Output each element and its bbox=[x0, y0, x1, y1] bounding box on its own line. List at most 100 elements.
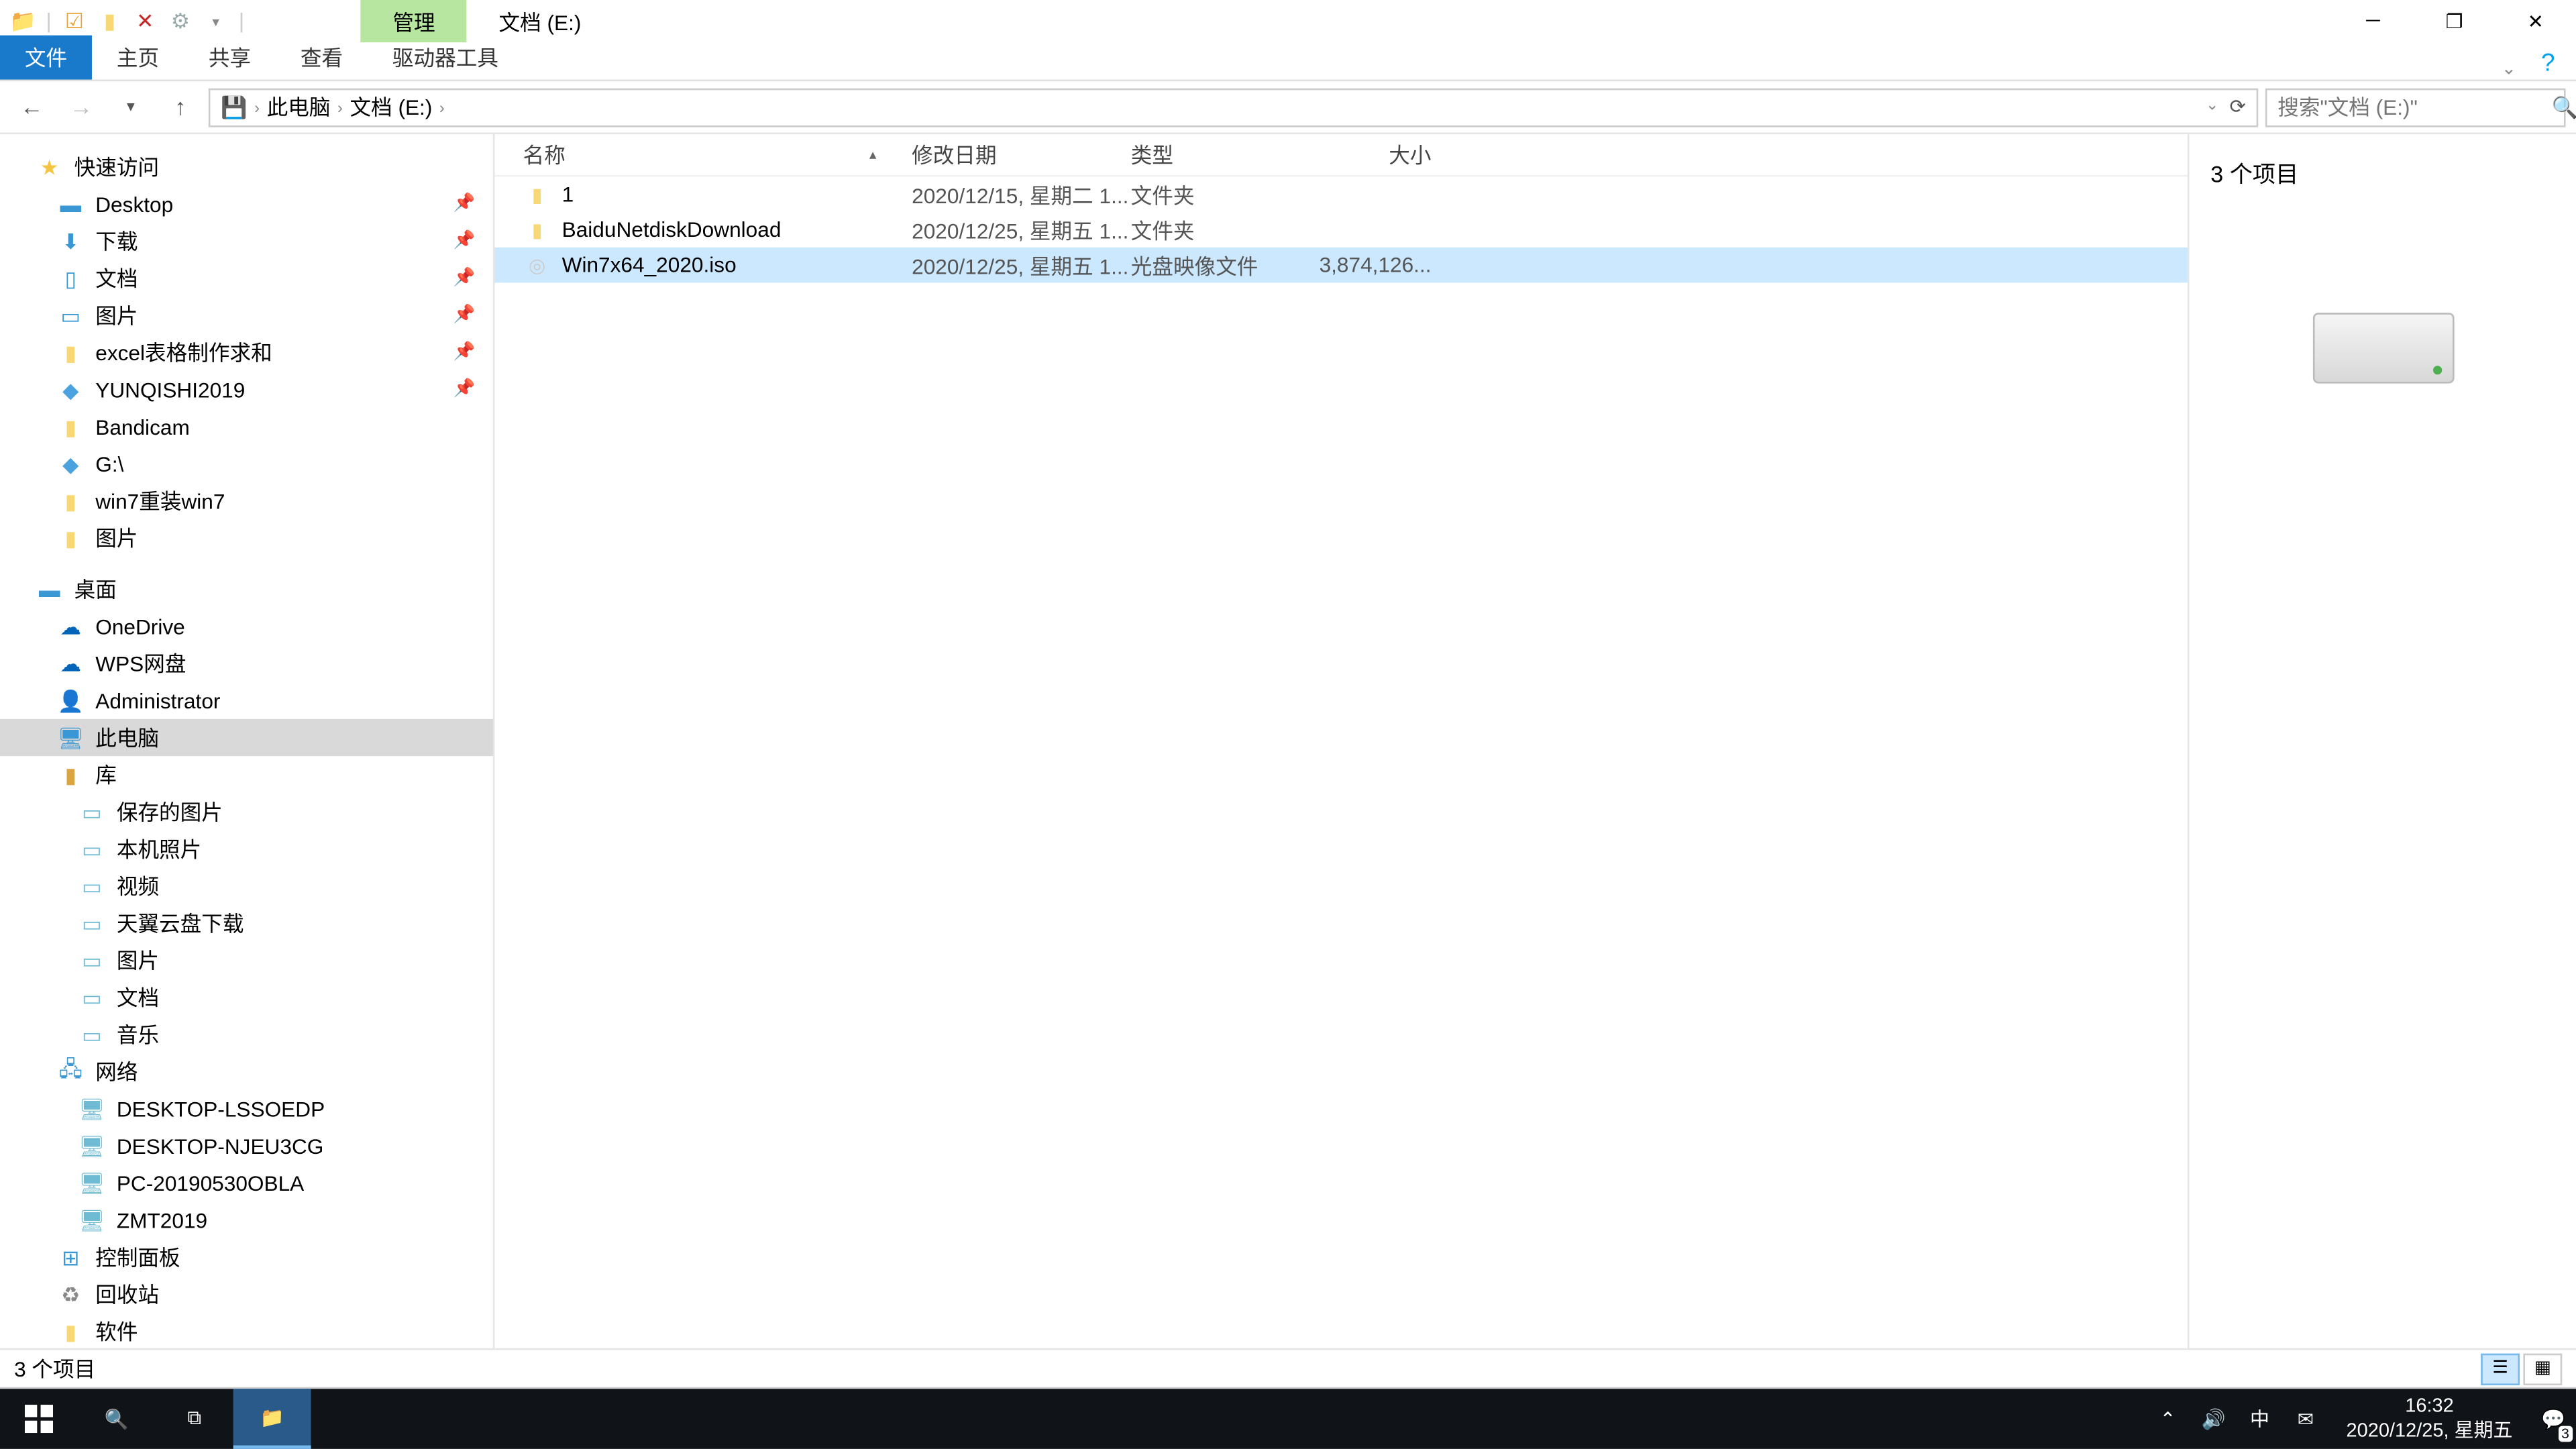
tree-desktop[interactable]: ▬Desktop📌 bbox=[0, 186, 493, 223]
crumb-drive[interactable]: 文档 (E:) bbox=[350, 92, 432, 122]
file-list: 名称▴ 修改日期 类型 大小 ▮ 1 2020/12/15, 星期二 1... … bbox=[495, 134, 2188, 1348]
search-button[interactable]: 🔍 bbox=[78, 1389, 156, 1449]
tree-downloads[interactable]: ⬇下载📌 bbox=[0, 223, 493, 260]
refresh-icon[interactable]: ⟳ bbox=[2230, 95, 2246, 118]
clock[interactable]: 16:32 2020/12/25, 星期五 bbox=[2328, 1393, 2530, 1444]
ribbon-collapse-icon[interactable]: ⌄ bbox=[2502, 60, 2516, 80]
col-date[interactable]: 修改日期 bbox=[912, 140, 1131, 170]
help-button[interactable]: ? bbox=[2530, 44, 2566, 80]
tree-net-d[interactable]: 🖥ZMT2019 bbox=[0, 1201, 493, 1238]
tray-overflow-icon[interactable]: ⌃ bbox=[2145, 1389, 2190, 1449]
tree-library[interactable]: ▮库 bbox=[0, 756, 493, 793]
pc-icon: 🖥 bbox=[78, 1132, 106, 1160]
mail-icon[interactable]: ✉ bbox=[2283, 1389, 2328, 1449]
document-icon: ▯ bbox=[56, 264, 85, 292]
app-icon: ◆ bbox=[56, 376, 85, 404]
delete-icon[interactable]: ✕ bbox=[133, 9, 158, 34]
file-row[interactable]: ▮ 1 2020/12/15, 星期二 1... 文件夹 bbox=[495, 176, 2188, 212]
tree-pics2[interactable]: ▮图片 bbox=[0, 519, 493, 556]
tree-music[interactable]: ▭音乐 bbox=[0, 1016, 493, 1053]
tree-quick-access[interactable]: ★快速访问 bbox=[0, 148, 493, 185]
history-dropdown-icon[interactable]: ⌄ bbox=[2206, 95, 2219, 118]
icons-view-button[interactable]: ▦ bbox=[2523, 1352, 2562, 1384]
tree-lib-pics[interactable]: ▭图片 bbox=[0, 942, 493, 979]
tree-docs[interactable]: ▯文档📌 bbox=[0, 260, 493, 297]
up-button[interactable]: ↑ bbox=[159, 86, 201, 128]
tree-admin[interactable]: 👤Administrator bbox=[0, 682, 493, 719]
tree-pics[interactable]: ▭图片📌 bbox=[0, 297, 493, 334]
file-type: 光盘映像文件 bbox=[1131, 250, 1307, 280]
crumb-thispc[interactable]: 此电脑 bbox=[267, 92, 331, 122]
tree-camera[interactable]: ▭本机照片 bbox=[0, 830, 493, 867]
notification-badge: 3 bbox=[2558, 1426, 2573, 1442]
explorer-taskbar-button[interactable]: 📁 bbox=[233, 1389, 311, 1449]
chevron-right-icon[interactable]: › bbox=[254, 98, 260, 115]
tree-lib-docs[interactable]: ▭文档 bbox=[0, 979, 493, 1016]
tree-bandicam[interactable]: ▮Bandicam bbox=[0, 408, 493, 445]
pc-icon: 🖥 bbox=[56, 724, 85, 752]
tree-video[interactable]: ▭视频 bbox=[0, 867, 493, 904]
col-type[interactable]: 类型 bbox=[1131, 140, 1307, 170]
folder-icon: ▮ bbox=[56, 338, 85, 366]
nav-tree[interactable]: ★快速访问 ▬Desktop📌 ⬇下载📌 ▯文档📌 ▭图片📌 ▮excel表格制… bbox=[0, 134, 495, 1348]
breadcrumb[interactable]: 💾 › 此电脑 › 文档 (E:) › ⌄ ⟳ bbox=[209, 87, 2258, 126]
tab-file[interactable]: 文件 bbox=[0, 36, 92, 80]
tree-cpanel[interactable]: ⊞控制面板 bbox=[0, 1238, 493, 1275]
forward-button[interactable]: → bbox=[60, 86, 103, 128]
tree-gdrive[interactable]: ◆G:\ bbox=[0, 445, 493, 482]
chevron-right-icon[interactable]: › bbox=[439, 98, 445, 115]
tree-saved-pics[interactable]: ▭保存的图片 bbox=[0, 794, 493, 830]
tree-tianyi[interactable]: ▭天翼云盘下载 bbox=[0, 905, 493, 942]
search-input[interactable] bbox=[2277, 95, 2551, 119]
task-view-button[interactable]: ⧉ bbox=[156, 1389, 233, 1449]
pin-icon: 📌 bbox=[453, 306, 476, 325]
library-icon: ▮ bbox=[56, 761, 85, 789]
tree-desktop-root[interactable]: ▬桌面 bbox=[0, 571, 493, 608]
col-name[interactable]: 名称▴ bbox=[523, 140, 912, 170]
tree-net-c[interactable]: 🖥PC-20190530OBLA bbox=[0, 1165, 493, 1201]
maximize-button[interactable]: ❐ bbox=[2414, 0, 2495, 42]
pin-icon: 📌 bbox=[453, 195, 476, 214]
recent-dropdown[interactable]: ▾ bbox=[109, 86, 152, 128]
file-name: Win7x64_2020.iso bbox=[562, 253, 912, 278]
details-view-button[interactable]: ☰ bbox=[2481, 1352, 2520, 1384]
tab-share[interactable]: 共享 bbox=[184, 36, 276, 80]
file-row[interactable]: ▮ BaiduNetdiskDownload 2020/12/25, 星期五 1… bbox=[495, 212, 2188, 248]
tree-net-a[interactable]: 🖥DESKTOP-LSSOEDP bbox=[0, 1090, 493, 1127]
col-size[interactable]: 大小 bbox=[1307, 140, 1431, 170]
item-count: 3 个项目 bbox=[2210, 156, 2298, 189]
close-button[interactable]: ✕ bbox=[2495, 0, 2576, 42]
start-button[interactable] bbox=[0, 1389, 78, 1449]
tree-recycle[interactable]: ♻回收站 bbox=[0, 1276, 493, 1313]
tree-excel[interactable]: ▮excel表格制作求和📌 bbox=[0, 334, 493, 371]
action-center-icon[interactable]: 💬3 bbox=[2530, 1389, 2576, 1449]
folder-icon: ▮ bbox=[523, 180, 551, 209]
search-box[interactable]: 🔍 bbox=[2265, 87, 2566, 126]
status-bar: 3 个项目 ☰ ▦ bbox=[0, 1348, 2576, 1387]
tab-home[interactable]: 主页 bbox=[92, 36, 184, 80]
tree-thispc[interactable]: 🖥此电脑 bbox=[0, 719, 493, 756]
gear-icon[interactable]: ⚙ bbox=[168, 9, 193, 34]
iso-icon: ◎ bbox=[523, 251, 551, 279]
file-date: 2020/12/15, 星期二 1... bbox=[912, 179, 1131, 209]
tree-soft[interactable]: ▮软件 bbox=[0, 1313, 493, 1348]
ime-icon[interactable]: 中 bbox=[2237, 1389, 2282, 1449]
picture-icon: ▭ bbox=[78, 835, 106, 863]
tree-win7[interactable]: ▮win7重装win7 bbox=[0, 482, 493, 519]
checkbox-icon[interactable]: ☑ bbox=[62, 9, 87, 34]
tree-network[interactable]: 🖧网络 bbox=[0, 1053, 493, 1090]
folder-icon[interactable]: ▮ bbox=[97, 9, 122, 34]
search-icon[interactable]: 🔍 bbox=[2551, 95, 2576, 119]
tree-yunqishi[interactable]: ◆YUNQISHI2019📌 bbox=[0, 371, 493, 408]
tree-onedrive[interactable]: ☁OneDrive bbox=[0, 608, 493, 645]
tab-drive-tools[interactable]: 驱动器工具 bbox=[368, 36, 523, 80]
file-row[interactable]: ◎ Win7x64_2020.iso 2020/12/25, 星期五 1... … bbox=[495, 248, 2188, 283]
tree-net-b[interactable]: 🖥DESKTOP-NJEU3CG bbox=[0, 1127, 493, 1164]
dropdown-icon[interactable]: ▾ bbox=[203, 9, 228, 34]
chevron-right-icon[interactable]: › bbox=[337, 98, 343, 115]
volume-icon[interactable]: 🔊 bbox=[2191, 1389, 2237, 1449]
tree-wps[interactable]: ☁WPS网盘 bbox=[0, 645, 493, 682]
minimize-button[interactable]: ─ bbox=[2332, 0, 2414, 42]
tab-view[interactable]: 查看 bbox=[276, 36, 368, 80]
back-button[interactable]: ← bbox=[11, 86, 53, 128]
